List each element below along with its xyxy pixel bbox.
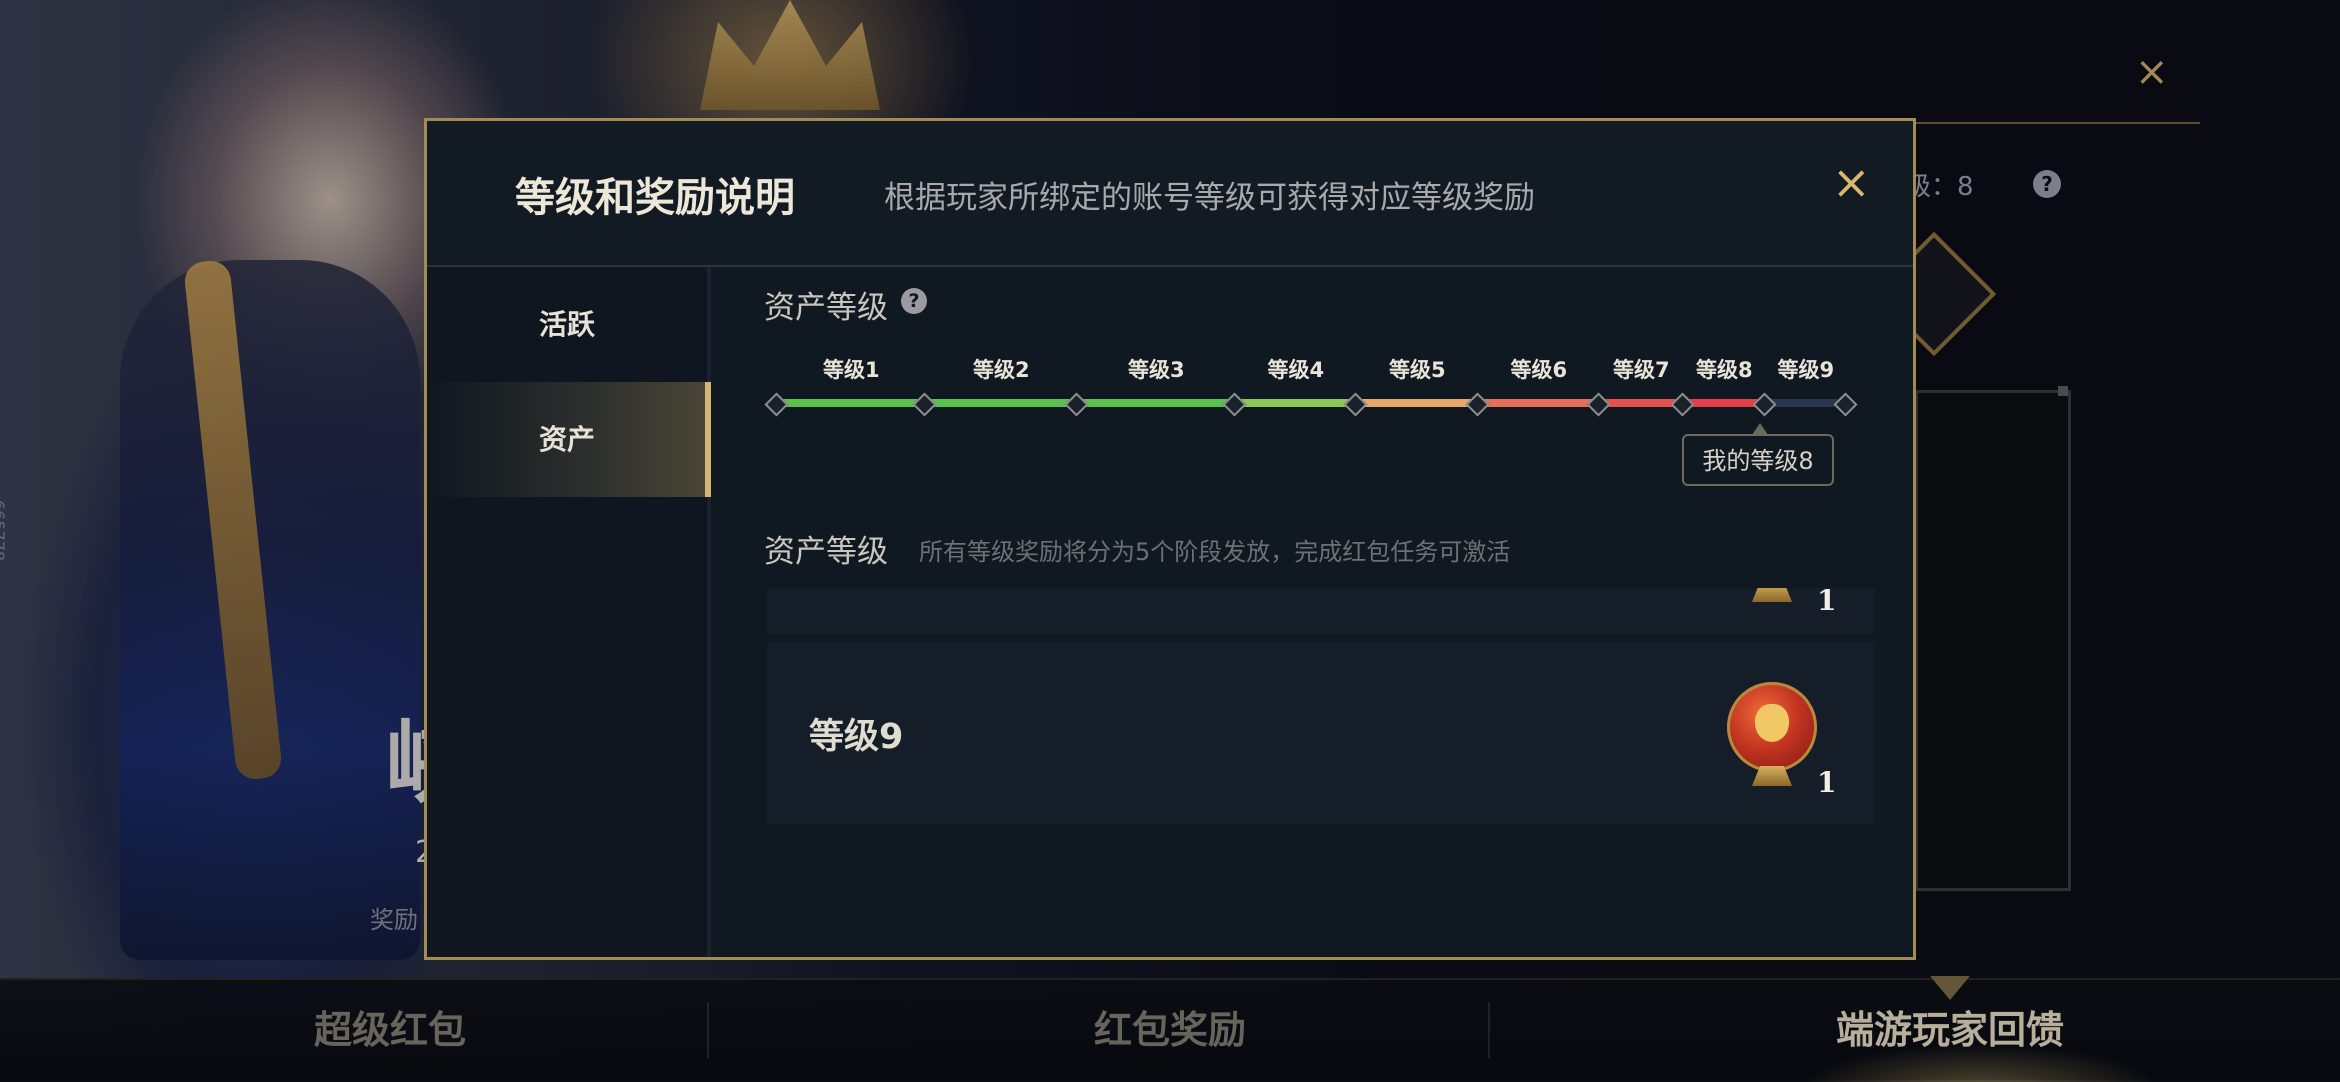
level-label: 等级5 [1389, 358, 1446, 382]
level-segment [1075, 399, 1233, 407]
reward-quantity: 1 [1817, 766, 1837, 799]
reward-row-partial: 1 [767, 588, 1875, 634]
tab-activity[interactable]: 活跃 [427, 267, 707, 382]
level-label: 等级6 [1510, 358, 1568, 382]
level-segment [1354, 399, 1476, 407]
reward-section-heading: 资产等级 [764, 534, 888, 570]
modal-sidebar: 活跃 资产 [427, 267, 711, 957]
reward-list[interactable]: 1 等级9 1 [767, 588, 1875, 824]
level-label: 等级4 [1267, 358, 1325, 382]
reward-section-note: 所有等级奖励将分为5个阶段发放，完成红包任务可激活 [919, 538, 1511, 566]
level-segment [1476, 399, 1597, 407]
level-label: 等级7 [1613, 358, 1670, 382]
level-label: 等级2 [973, 358, 1030, 382]
reward-level-label: 等级9 [809, 717, 904, 757]
level-label: 等级1 [823, 358, 880, 382]
tab-assets[interactable]: 资产 [427, 382, 711, 497]
mask-face-icon [1755, 704, 1789, 742]
reward-quantity: 1 [1817, 588, 1837, 617]
close-icon[interactable]: × [1832, 159, 1871, 205]
level-label: 等级8 [1696, 358, 1753, 382]
level-segment [775, 399, 923, 407]
reward-orb-icon [1752, 588, 1792, 602]
reward-row: 等级9 1 [767, 642, 1875, 824]
modal-header: 等级和奖励说明 根据玩家所绑定的账号等级可获得对应等级奖励 × [427, 121, 1913, 267]
level-segment [1233, 399, 1354, 407]
modal-title: 等级和奖励说明 [515, 175, 795, 221]
asset-level-heading: 资产等级 [764, 290, 888, 326]
level-label: 等级9 [1777, 358, 1835, 382]
modal-subtitle: 根据玩家所绑定的账号等级可获得对应等级奖励 [884, 180, 1535, 216]
level-label: 等级3 [1128, 358, 1185, 382]
level-segment [923, 399, 1075, 407]
reward-orb-icon [1727, 682, 1817, 772]
my-level-tag: 我的等级8 [1682, 434, 1834, 486]
help-icon[interactable]: ? [901, 288, 927, 314]
